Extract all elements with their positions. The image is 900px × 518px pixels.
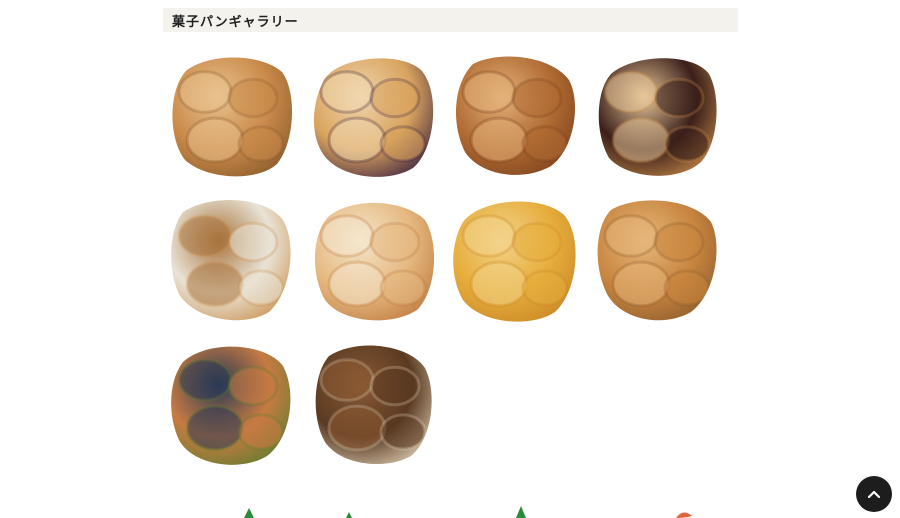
page: 菓子パンギャラリー bbox=[0, 0, 900, 518]
tree-icon bbox=[516, 506, 526, 518]
photo-matcha-swirls[interactable] bbox=[167, 340, 295, 468]
photo-croissants[interactable] bbox=[167, 52, 295, 180]
pastry-photo-icon bbox=[453, 201, 576, 322]
chevron-up-icon bbox=[868, 490, 880, 498]
photo-marble-cakes[interactable] bbox=[309, 340, 437, 468]
pastry-photo-icon bbox=[314, 202, 435, 321]
pastry-photo-icon bbox=[315, 345, 432, 465]
pastry-photo-icon bbox=[455, 56, 575, 175]
section-title: 菓子パンギャラリー bbox=[172, 14, 299, 30]
pastry-photo-icon bbox=[172, 57, 293, 177]
pastry-photo-icon bbox=[171, 200, 291, 321]
section-header: 菓子パンギャラリー bbox=[163, 8, 738, 32]
photo-melon-pan[interactable] bbox=[451, 196, 579, 324]
pastry-photo-icon bbox=[313, 58, 434, 177]
pastry-photo-icon bbox=[171, 346, 291, 465]
pastry-photo-icon bbox=[597, 200, 717, 321]
photo-cocoa-loaves[interactable] bbox=[451, 52, 579, 180]
pastry-photo-icon bbox=[598, 58, 717, 176]
photo-chocolate-donuts[interactable] bbox=[593, 52, 721, 180]
photo-blueberry-danish[interactable] bbox=[309, 52, 437, 180]
photo-twisted-rolls[interactable] bbox=[593, 196, 721, 324]
photo-sugar-sticks[interactable] bbox=[167, 196, 295, 324]
footer-decoration bbox=[244, 506, 692, 518]
tree-icon bbox=[346, 512, 352, 518]
tree-icon bbox=[244, 508, 254, 518]
leaf-icon bbox=[676, 512, 692, 518]
photo-bean-buns[interactable] bbox=[309, 196, 437, 324]
